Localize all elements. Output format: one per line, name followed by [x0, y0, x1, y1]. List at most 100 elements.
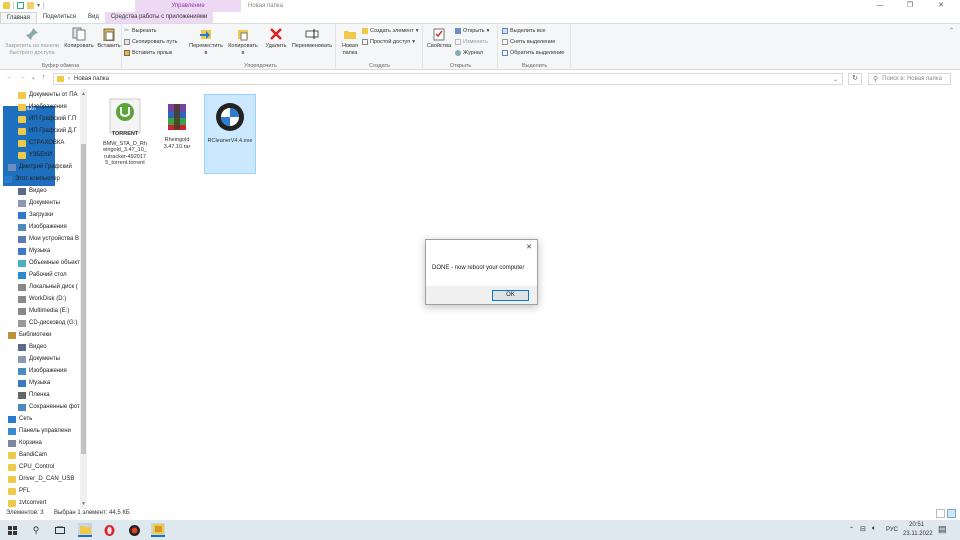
up-arrow-icon[interactable]: ↑ — [42, 74, 46, 81]
file-item[interactable]: Rheingold 3.47.10.rar — [151, 94, 203, 174]
nav-item[interactable]: BandiCam — [0, 449, 80, 461]
nav-item[interactable]: Driver_D_CAN_USB — [0, 473, 80, 485]
copy-path-button[interactable]: Скопировать путь — [124, 39, 178, 45]
nav-item[interactable]: Дмитрий Графский — [0, 161, 80, 173]
nav-item[interactable]: Видео — [0, 341, 80, 353]
notifications-icon[interactable]: ▤ — [938, 524, 947, 535]
nav-item[interactable]: Музыка — [0, 245, 80, 257]
navigation-scrollbar[interactable]: ▲ ▼ — [80, 89, 87, 509]
breadcrumb[interactable]: Новая папка — [74, 76, 109, 82]
close-button[interactable]: ✕ — [926, 0, 956, 12]
network-icon[interactable]: ⊟ — [860, 525, 866, 533]
nav-item[interactable]: ИП Графский Д.Г — [0, 125, 80, 137]
nav-item[interactable]: ИП Графский Г.П — [0, 113, 80, 125]
nav-item[interactable]: Документы от ПА — [0, 89, 80, 101]
nav-item[interactable]: Мои устройства B — [0, 233, 80, 245]
breadcrumb-chevron-icon[interactable]: › — [68, 76, 70, 82]
volume-icon[interactable]: 🔈︎ — [872, 525, 876, 533]
opera-taskbar-icon[interactable] — [102, 523, 116, 537]
nav-item[interactable]: Видео — [0, 185, 80, 197]
large-icons-view-button[interactable] — [947, 509, 956, 518]
tab-home[interactable]: Главная — [0, 12, 37, 23]
task-view-icon[interactable] — [53, 523, 67, 537]
properties-button[interactable]: Свойства — [426, 27, 452, 50]
move-to-button[interactable]: Переместить в — [189, 27, 223, 56]
recent-chevron-icon[interactable]: ▾ — [32, 76, 35, 82]
invert-selection-button[interactable]: Обратить выделение — [502, 50, 564, 56]
nav-item[interactable]: СТРАХОВКА — [0, 137, 80, 149]
maximize-button[interactable]: ❐ — [895, 0, 925, 12]
nav-item[interactable]: PFL — [0, 485, 80, 497]
select-all-button[interactable]: Выделить все — [502, 28, 546, 34]
nav-item[interactable]: Библиотеки — [0, 329, 80, 341]
new-folder-button[interactable]: Новая папка — [339, 27, 361, 56]
nav-item[interactable]: Музыка — [0, 377, 80, 389]
nav-item[interactable]: Корзина — [0, 437, 80, 449]
nav-item[interactable]: УЗБЕКИ — [0, 149, 80, 161]
search-input[interactable]: ⚲ Поиск в: Новая папка — [868, 73, 951, 85]
customize-toolbar-icon[interactable]: ▾ — [37, 2, 40, 9]
scroll-down-icon[interactable]: ▼ — [81, 501, 86, 507]
address-bar[interactable]: › Новая папка ⌄ — [53, 73, 843, 85]
start-button[interactable] — [5, 523, 19, 537]
nav-item[interactable]: Изображения — [0, 221, 80, 233]
pin-quick-access-button[interactable]: Закрепить на панели быстрого доступа — [3, 27, 61, 56]
easy-access-button[interactable]: Простой доступ ▾ — [362, 39, 415, 45]
properties-quick-icon[interactable] — [17, 2, 24, 9]
forward-arrow-icon[interactable]: → — [19, 74, 26, 81]
history-button[interactable]: Журнал — [455, 50, 483, 56]
nav-item[interactable]: CPU_Control — [0, 461, 80, 473]
copy-button[interactable]: Копировать — [63, 27, 95, 50]
nav-item[interactable]: Документы — [0, 197, 80, 209]
nav-item[interactable]: Загрузки — [0, 209, 80, 221]
paste-button[interactable]: Вставить — [96, 27, 122, 50]
delete-button[interactable]: Удалить — [263, 27, 289, 50]
refresh-button[interactable]: ↻ — [848, 73, 862, 85]
details-view-button[interactable] — [936, 509, 945, 518]
new-folder-quick-icon[interactable] — [27, 2, 34, 9]
nav-item[interactable]: Пленка — [0, 389, 80, 401]
tab-view[interactable]: Вид — [82, 12, 105, 23]
nav-item[interactable]: CD-дисковод (G:) — [0, 317, 80, 329]
file-item-selected[interactable]: RCleanerV4.4.exe — [204, 94, 256, 174]
media-app-taskbar-icon[interactable] — [127, 523, 141, 537]
ok-button[interactable]: OK — [492, 290, 529, 301]
scroll-up-icon[interactable]: ▲ — [81, 91, 86, 97]
new-item-button[interactable]: Создать элемент ▾ — [362, 28, 419, 34]
nav-item[interactable]: Документы — [0, 353, 80, 365]
tab-application-tools[interactable]: Средства работы с приложениями — [104, 12, 214, 23]
tab-share[interactable]: Поделиться — [37, 12, 82, 23]
search-icon[interactable]: ⚲ — [29, 523, 43, 537]
file-item[interactable]: TORRENT BMW_STA_D_Rh eingold_3.47_10_ ru… — [99, 94, 151, 174]
collapse-ribbon-icon[interactable]: ⌃ — [949, 27, 954, 34]
open-button[interactable]: Открыть ▾ — [455, 28, 489, 34]
minimize-button[interactable]: — — [865, 0, 895, 12]
edit-button[interactable]: Изменить — [455, 39, 488, 45]
back-arrow-icon[interactable]: ← — [6, 74, 13, 81]
select-none-button[interactable]: Снять выделение — [502, 39, 555, 45]
file-explorer-taskbar-icon[interactable] — [78, 523, 92, 537]
nav-item[interactable]: Панель управлени — [0, 425, 80, 437]
dialog-close-button[interactable]: ✕ — [526, 243, 532, 251]
nav-item[interactable]: Multimedia (E:) — [0, 305, 80, 317]
nav-item[interactable]: Сеть — [0, 413, 80, 425]
language-indicator[interactable]: РУС — [886, 527, 898, 533]
clock-date[interactable]: 23.11.2022 — [903, 531, 933, 537]
nav-item[interactable]: Рабочий стол — [0, 269, 80, 281]
rename-button[interactable]: Переименовать — [289, 27, 335, 50]
nav-item[interactable]: Изображения — [0, 365, 80, 377]
nav-item[interactable]: Локальный диск ( — [0, 281, 80, 293]
clock-time[interactable]: 20:51 — [909, 522, 924, 528]
scrollbar-thumb[interactable] — [81, 144, 86, 454]
cut-button[interactable]: ✂ Вырезать — [124, 28, 156, 34]
address-dropdown-icon[interactable]: ⌄ — [833, 76, 838, 83]
copy-to-button[interactable]: Копировать в — [226, 27, 260, 56]
nav-item[interactable]: Изображения — [0, 101, 80, 113]
show-hidden-icons-icon[interactable]: ⌃ — [849, 526, 854, 533]
nav-item[interactable]: WorkDisk (D:) — [0, 293, 80, 305]
nav-item[interactable]: Объемные объект — [0, 257, 80, 269]
paste-shortcut-button[interactable]: Вставить ярлык — [124, 50, 172, 56]
nav-item[interactable]: Сохраненные фот — [0, 401, 80, 413]
rcleaner-taskbar-icon[interactable] — [151, 523, 165, 537]
nav-item[interactable]: Этот компьютер — [0, 173, 80, 185]
